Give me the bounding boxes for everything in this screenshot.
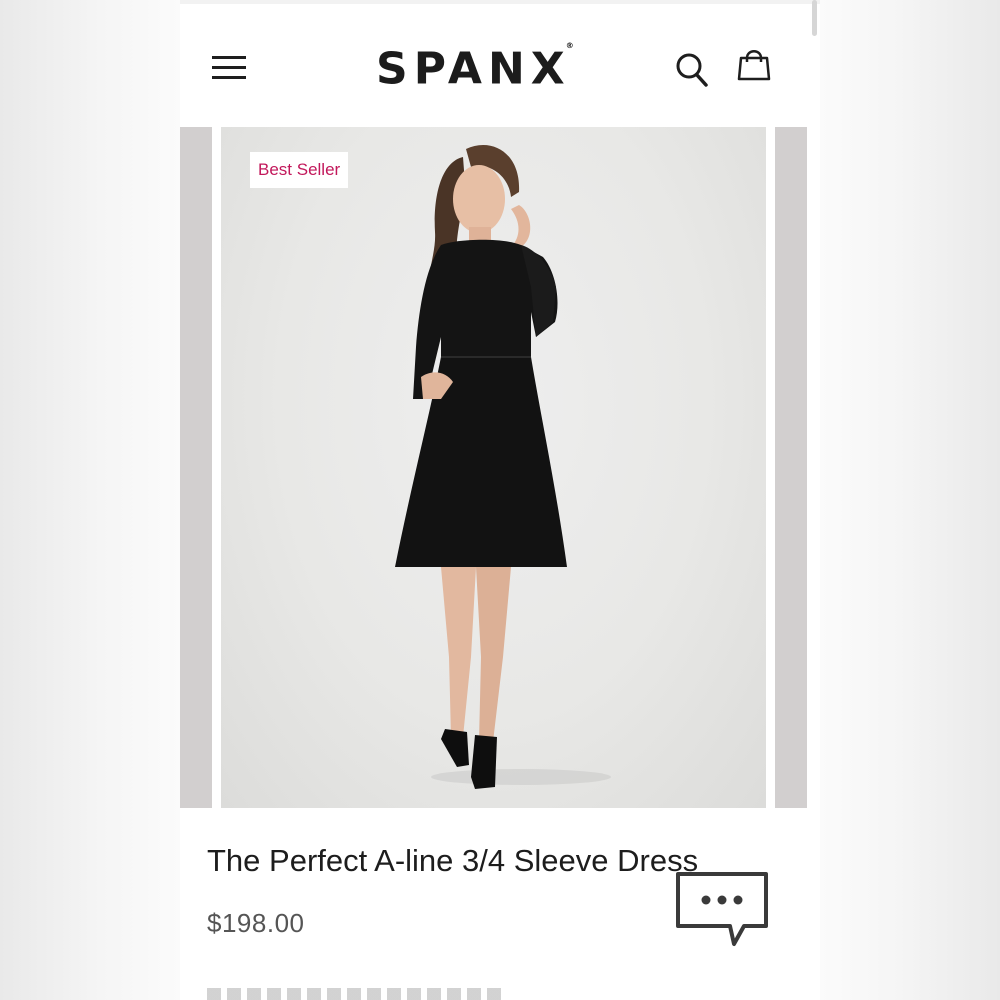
mobile-page: SPANX® Best Seller The Perfect A-line 3/…: [180, 0, 820, 1000]
registered-mark: ®: [565, 41, 574, 50]
menu-button[interactable]: [210, 50, 250, 82]
chat-bubble-icon: [676, 872, 768, 946]
product-image-carousel[interactable]: Best Seller: [180, 127, 820, 808]
model-photo-illustration: [395, 144, 611, 789]
brand-logo[interactable]: SPANX®: [376, 38, 610, 98]
brand-logo-text: SPANX: [376, 43, 571, 95]
previous-slide-peek[interactable]: [180, 127, 212, 808]
chat-button[interactable]: [672, 868, 772, 948]
shopping-bag-icon: [737, 50, 771, 81]
scrollbar[interactable]: [812, 0, 817, 36]
color-label-partial: [207, 988, 527, 1000]
hamburger-menu-icon: [212, 56, 246, 59]
best-seller-badge: Best Seller: [250, 152, 349, 188]
product-image[interactable]: Best Seller: [221, 127, 766, 808]
search-icon: [676, 53, 708, 87]
status-divider: [180, 0, 820, 4]
shopping-bag-button[interactable]: [734, 44, 774, 86]
hamburger-menu-icon-line: [212, 66, 246, 69]
product-price: $198.00: [207, 908, 305, 938]
hamburger-menu-icon-line: [212, 76, 246, 79]
next-slide-peek[interactable]: [775, 127, 807, 808]
search-button[interactable]: [672, 48, 712, 90]
